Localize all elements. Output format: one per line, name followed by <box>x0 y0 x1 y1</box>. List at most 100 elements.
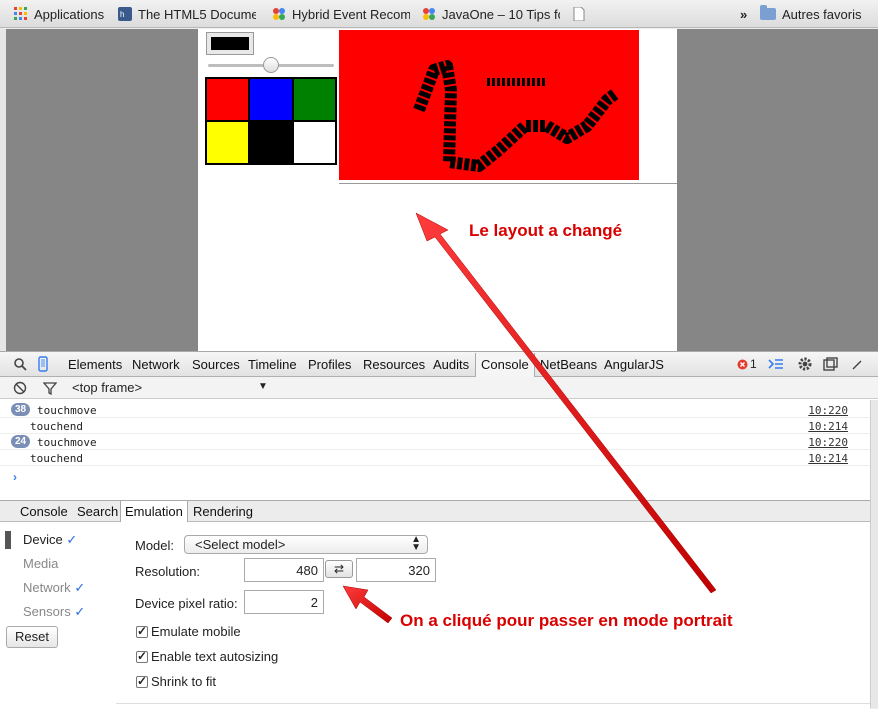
frame-select[interactable]: <top frame> <box>72 380 142 395</box>
repeat-count-badge: 38 <box>11 403 30 416</box>
console-toolbar: <top frame> ▼ <box>0 377 878 399</box>
reset-button[interactable]: Reset <box>6 626 58 648</box>
drawing-strokes <box>413 60 619 172</box>
emu-side-network[interactable]: Network ✓ <box>23 580 85 596</box>
bookmark-hybrid-event[interactable]: Hybrid Event Recomi <box>272 5 410 23</box>
log-source-link[interactable]: 10:220 <box>808 436 848 449</box>
log-source-link[interactable]: 10:214 <box>808 420 848 433</box>
bookmark-other-favorites[interactable]: Autres favoris <box>760 5 861 23</box>
tab-sources[interactable]: Sources <box>192 357 240 372</box>
drawer-tab-console[interactable]: Console <box>20 504 68 519</box>
dpr-input[interactable]: 2 <box>244 590 324 614</box>
check-icon: ✓ <box>74 580 86 595</box>
repeat-count-badge: 24 <box>11 435 30 448</box>
checkbox-checked[interactable] <box>136 624 148 638</box>
log-message: touchend <box>30 452 83 465</box>
model-select[interactable]: <Select model> ▲ ▼ <box>184 535 428 554</box>
annotation-layout-changed: Le layout a changé <box>469 221 623 240</box>
chevron-down-icon[interactable]: ▼ <box>258 381 268 392</box>
log-row: 38 touchmove 10:220 <box>0 402 870 418</box>
palette-yellow[interactable] <box>207 122 249 163</box>
filter-icon[interactable] <box>43 381 57 395</box>
side-label: Device <box>23 532 63 547</box>
palette-blue[interactable] <box>250 79 292 120</box>
log-message: touchmove <box>37 404 97 417</box>
page-content <box>198 29 677 351</box>
tab-console[interactable]: Console <box>475 353 535 377</box>
palette-green[interactable] <box>293 79 335 120</box>
drawer-tab-search[interactable]: Search <box>77 504 118 519</box>
drawer-tab-emulation[interactable]: Emulation <box>120 501 188 523</box>
tab-netbeans[interactable]: NetBeans <box>540 357 597 372</box>
dpr-label: Device pixel ratio: <box>135 596 238 611</box>
checkbox-label: Enable text autosizing <box>151 649 279 664</box>
clear-console-icon[interactable] <box>13 381 27 395</box>
bookmark-label: The HTML5 Documen <box>138 6 256 22</box>
tab-angularjs[interactable]: AngularJS <box>604 357 664 372</box>
tab-audits[interactable]: Audits <box>433 357 469 372</box>
bookmark-label: Autres favoris <box>782 6 862 22</box>
tab-network[interactable]: Network <box>132 357 180 372</box>
panel-divider <box>116 703 870 704</box>
emu-side-media[interactable]: Media <box>23 556 58 571</box>
bookmark-label: Hybrid Event Recomi <box>292 6 410 22</box>
close-icon[interactable] <box>852 360 862 370</box>
tab-timeline[interactable]: Timeline <box>248 357 297 372</box>
devtools-panel: Elements Network Sources Timeline Profil… <box>0 351 878 709</box>
drawing-canvas[interactable] <box>339 30 639 180</box>
error-count: 1 <box>750 357 757 371</box>
tab-profiles[interactable]: Profiles <box>308 357 351 372</box>
slider-thumb[interactable] <box>263 57 279 73</box>
annotation-portrait-mode: On a cliqué pour passer en mode portrait <box>400 611 733 630</box>
page-divider <box>339 183 677 184</box>
tab-elements[interactable]: Elements <box>68 357 122 372</box>
bookmark-javaone[interactable]: JavaOne – 10 Tips fo <box>422 5 560 23</box>
page-icon <box>573 7 585 21</box>
resolution-height-input[interactable]: 320 <box>356 558 436 582</box>
dock-icon[interactable] <box>823 357 839 371</box>
site-icon <box>273 8 285 20</box>
selected-color <box>211 37 249 50</box>
bookmark-html5-doc[interactable]: h The HTML5 Documen <box>118 5 256 23</box>
palette-black[interactable] <box>250 122 292 163</box>
log-row: touchend 10:214 <box>0 418 870 434</box>
console-prompt[interactable]: › <box>13 470 17 484</box>
palette-red[interactable] <box>207 79 249 120</box>
swap-dimensions-button[interactable]: ⇄ <box>325 560 353 578</box>
folder-icon <box>760 5 776 20</box>
bookmark-label: Applications <box>34 6 105 22</box>
color-picker[interactable] <box>206 32 254 55</box>
svg-text:h: h <box>120 10 124 19</box>
bookmark-applications[interactable]: Applications <box>14 5 104 23</box>
shrink-to-fit-checkbox[interactable]: Shrink to fit <box>136 674 216 689</box>
device-mode-icon[interactable] <box>38 356 48 372</box>
error-icon <box>737 359 748 369</box>
bookmarks-bar: Applications h The HTML5 Documen Hybrid … <box>0 0 878 28</box>
bookmark-blank[interactable] <box>572 5 592 23</box>
scrollbar[interactable] <box>870 400 878 708</box>
bookmarks-overflow-button[interactable]: » <box>740 5 747 23</box>
resolution-width-input[interactable]: 480 <box>244 558 324 582</box>
checkbox-checked[interactable] <box>136 674 148 688</box>
log-source-link[interactable]: 10:214 <box>808 452 848 465</box>
error-counter[interactable]: 1 <box>737 357 757 371</box>
model-value: <Select model> <box>195 537 286 552</box>
drawer-tab-rendering[interactable]: Rendering <box>193 504 253 519</box>
tab-resources[interactable]: Resources <box>363 357 425 372</box>
drawer-tabs: Console Search Emulation Rendering <box>0 500 870 523</box>
checkbox-checked[interactable] <box>136 649 148 663</box>
text-autosizing-checkbox[interactable]: Enable text autosizing <box>136 649 278 664</box>
palette-white[interactable] <box>293 122 335 163</box>
model-label: Model: <box>135 538 175 553</box>
side-selection-indicator <box>5 531 11 549</box>
emulate-mobile-checkbox[interactable]: Emulate mobile <box>136 624 241 639</box>
log-source-link[interactable]: 10:220 <box>808 404 848 417</box>
settings-gear-icon[interactable] <box>797 356 813 372</box>
emu-side-sensors[interactable]: Sensors ✓ <box>23 604 85 620</box>
check-icon: ✓ <box>74 604 86 619</box>
show-drawer-icon[interactable] <box>768 357 784 371</box>
log-message: touchmove <box>37 436 97 449</box>
emu-side-device[interactable]: Device ✓ <box>23 532 77 548</box>
checkbox-label: Shrink to fit <box>151 674 217 689</box>
search-icon[interactable] <box>13 357 27 371</box>
